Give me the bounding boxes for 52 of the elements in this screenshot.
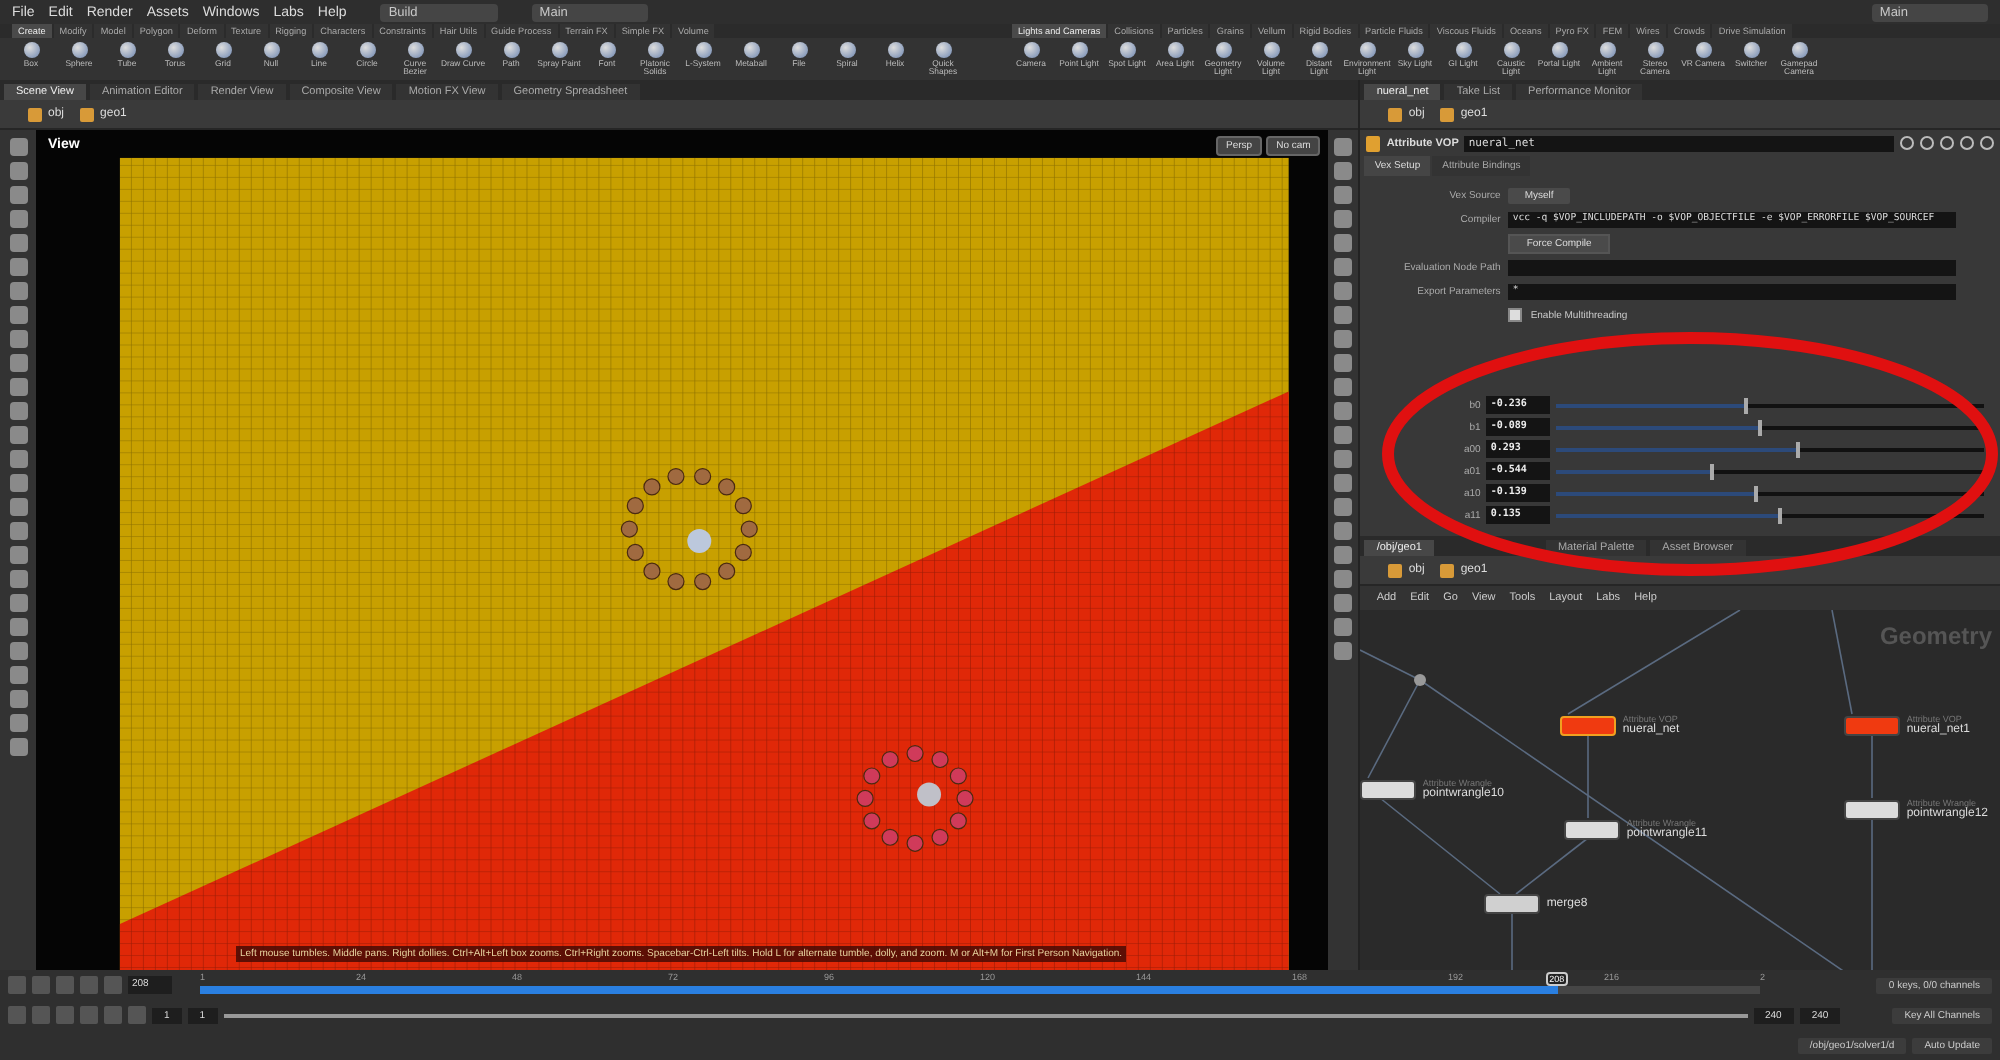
network-node[interactable] — [1564, 819, 1621, 839]
folder-icon — [80, 107, 95, 121]
network-node[interactable] — [1844, 715, 1901, 735]
tool-icon[interactable] — [215, 42, 231, 58]
folder-icon — [1388, 563, 1403, 577]
folder-icon — [1440, 563, 1455, 577]
tool-icon[interactable] — [1311, 42, 1327, 58]
tool-icon[interactable] — [791, 42, 807, 58]
network-node[interactable] — [1484, 894, 1541, 914]
checkbox[interactable] — [1508, 308, 1523, 322]
text-field[interactable] — [1508, 259, 1956, 275]
tool-icon[interactable] — [647, 42, 663, 58]
tool-icon[interactable] — [1407, 42, 1423, 58]
tool-icon[interactable] — [455, 42, 471, 58]
tool-icon[interactable] — [1071, 42, 1087, 58]
tool-icon[interactable] — [1455, 42, 1471, 58]
tool-icon[interactable] — [1023, 42, 1039, 58]
folder-icon — [1388, 107, 1403, 121]
tool-icon[interactable] — [503, 42, 519, 58]
tool-icon[interactable] — [1599, 42, 1615, 58]
tool-icon[interactable] — [1263, 42, 1279, 58]
tool-icon[interactable] — [1503, 42, 1519, 58]
tool-icon[interactable] — [311, 42, 327, 58]
tool-icon[interactable] — [71, 42, 87, 58]
tool-icon[interactable] — [887, 42, 903, 58]
tool-icon[interactable] — [1647, 42, 1663, 58]
tool-icon[interactable] — [263, 42, 279, 58]
tool-icon[interactable] — [743, 42, 759, 58]
tool-icon[interactable] — [551, 42, 567, 58]
network-node[interactable] — [1360, 779, 1417, 799]
tool-icon[interactable] — [695, 42, 711, 58]
tool-icon[interactable] — [1119, 42, 1135, 58]
tool-icon[interactable] — [1695, 42, 1711, 58]
tool-icon[interactable] — [167, 42, 183, 58]
tool-icon[interactable] — [839, 42, 855, 58]
tool-icon[interactable] — [1359, 42, 1375, 58]
folder-icon — [28, 107, 42, 121]
network-node[interactable] — [1560, 715, 1617, 735]
tool-icon[interactable] — [1791, 42, 1807, 58]
tool-icon[interactable] — [1167, 42, 1183, 58]
tool-icon[interactable] — [1551, 42, 1567, 58]
tool-icon[interactable] — [935, 42, 951, 58]
folder-icon — [1440, 107, 1455, 121]
tool-icon[interactable] — [1743, 42, 1759, 58]
tool-icon[interactable] — [407, 42, 423, 58]
node-icon — [1366, 135, 1381, 151]
tool-icon[interactable] — [119, 42, 135, 58]
tool-icon[interactable] — [359, 42, 375, 58]
tool-icon[interactable] — [23, 42, 39, 58]
network-node[interactable] — [1844, 799, 1901, 819]
tool-icon[interactable] — [599, 42, 615, 58]
tool-icon[interactable] — [1215, 42, 1231, 58]
